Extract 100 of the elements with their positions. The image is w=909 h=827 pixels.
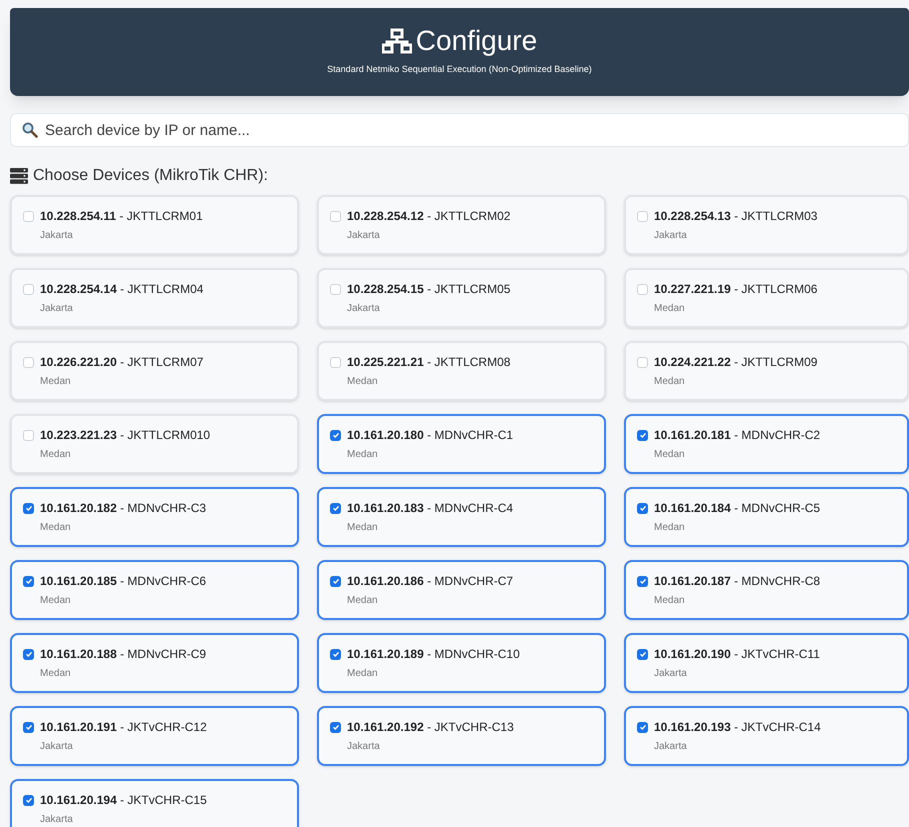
device-location: Medan [347,375,378,389]
device-card[interactable]: 10.161.20.193 - JKTvCHR-C14 Jakarta [624,706,909,766]
checkbox[interactable] [637,284,648,294]
checkbox[interactable] [637,502,648,514]
checkbox[interactable] [23,722,34,732]
checkbox[interactable] [23,794,34,806]
device-card[interactable]: 10.226.221.20 - JKTTLCRM07 Medan [10,341,299,401]
device-card[interactable]: 10.161.20.182 - MDNvCHR-C3 Medan [10,487,299,547]
device-card[interactable]: 10.227.221.19 - JKTTLCRM06 Medan [624,268,909,328]
device-label: 10.161.20.189 - MDNvCHR-C10 [347,646,520,663]
checkbox[interactable] [330,722,341,732]
device-location: Medan [40,521,71,535]
device-label: 10.228.254.13 - JKTTLCRM03 [654,208,818,225]
page-title: Configure [416,27,538,56]
device-label: 10.161.20.192 - JKTvCHR-C13 [347,719,514,736]
device-card[interactable]: 10.161.20.187 - MDNvCHR-C8 Medan [624,560,909,620]
device-label: 10.228.254.14 - JKTTLCRM04 [40,281,204,298]
device-card[interactable]: 10.223.221.23 - JKTTLCRM010 Medan [10,414,299,474]
device-location: Jakarta [40,740,73,754]
device-card[interactable]: 10.161.20.191 - JKTvCHR-C12 Jakarta [10,706,299,766]
device-location: Medan [347,667,378,681]
checkbox[interactable] [637,576,648,586]
device-label: 10.161.20.180 - MDNvCHR-C1 [347,427,514,444]
checkbox[interactable] [330,210,341,222]
device-location: Jakarta [40,302,73,316]
checkbox[interactable] [23,430,34,440]
device-location: Medan [40,448,71,462]
device-card[interactable]: 10.161.20.188 - MDNvCHR-C9 Medan [10,633,299,693]
checkbox[interactable] [330,648,341,660]
device-card[interactable]: 10.161.20.186 - MDNvCHR-C7 Medan [317,560,606,620]
device-label: 10.228.254.12 - JKTTLCRM02 [347,208,510,225]
device-label: 10.161.20.186 - MDNvCHR-C7 [347,573,514,590]
search-icon [22,122,38,138]
checkbox[interactable] [637,356,648,368]
device-location: Medan [40,667,71,681]
device-card[interactable]: 10.161.20.190 - JKTvCHR-C11 Jakarta [624,633,909,693]
device-location: Jakarta [654,229,687,243]
device-label: 10.161.20.190 - JKTvCHR-C11 [654,646,820,663]
device-card[interactable]: 10.161.20.184 - MDNvCHR-C5 Medan [624,487,909,547]
device-card[interactable]: 10.228.254.14 - JKTTLCRM04 Jakarta [10,268,299,328]
device-card[interactable]: 10.161.20.183 - MDNvCHR-C4 Medan [317,487,606,547]
device-location: Medan [654,594,685,608]
checkbox[interactable] [330,356,341,368]
checkbox[interactable] [23,284,34,294]
device-label: 10.226.221.20 - JKTTLCRM07 [40,354,204,371]
device-location: Medan [654,521,685,535]
device-card[interactable]: 10.161.20.194 - JKTvCHR-C15 Jakarta [10,779,299,827]
device-location: Jakarta [654,740,687,754]
device-card[interactable]: 10.161.20.192 - JKTvCHR-C13 Jakarta [317,706,606,766]
device-label: 10.161.20.194 - JKTvCHR-C15 [40,792,207,809]
search-field[interactable]: Search device by IP or name... [10,113,909,147]
device-label: 10.224.221.22 - JKTTLCRM09 [654,354,818,371]
device-location: Medan [40,594,71,608]
device-location: Medan [654,448,685,462]
checkbox[interactable] [637,722,648,732]
device-card[interactable]: 10.228.254.11 - JKTTLCRM01 Jakarta [10,195,299,255]
checkbox[interactable] [330,284,341,294]
device-label: 10.161.20.183 - MDNvCHR-C4 [347,500,514,517]
checkbox[interactable] [23,648,34,660]
device-location: Medan [40,375,71,389]
device-card[interactable]: 10.228.254.15 - JKTTLCRM05 Jakarta [317,268,606,328]
checkbox[interactable] [23,356,34,368]
device-card[interactable]: 10.161.20.189 - MDNvCHR-C10 Medan [317,633,606,693]
device-location: Medan [347,521,378,535]
checkbox[interactable] [637,430,648,440]
device-label: 10.161.20.185 - MDNvCHR-C6 [40,573,206,590]
device-card[interactable]: 10.161.20.180 - MDNvCHR-C1 Medan [317,414,606,474]
checkbox[interactable] [330,576,341,586]
device-card[interactable]: 10.161.20.185 - MDNvCHR-C6 Medan [10,560,299,620]
device-label: 10.227.221.19 - JKTTLCRM06 [654,281,818,298]
device-card[interactable]: 10.225.221.21 - JKTTLCRM08 Medan [317,341,606,401]
device-card[interactable]: 10.228.254.12 - JKTTLCRM02 Jakarta [317,195,606,255]
device-location: Medan [654,302,685,316]
device-location: Jakarta [347,740,380,754]
device-label: 10.223.221.23 - JKTTLCRM010 [40,427,210,444]
checkbox[interactable] [23,210,34,222]
device-location: Medan [347,594,378,608]
device-location: Jakarta [347,302,380,316]
device-location: Jakarta [40,813,73,827]
checkbox[interactable] [23,502,34,514]
device-card[interactable]: 10.224.221.22 - JKTTLCRM09 Medan [624,341,909,401]
device-label: 10.228.254.11 - JKTTLCRM01 [40,208,203,225]
device-label: 10.161.20.182 - MDNvCHR-C3 [40,500,206,517]
section-title: Choose Devices (MikroTik CHR): [33,166,268,186]
device-location: Jakarta [654,667,687,681]
checkbox[interactable] [330,502,341,514]
checkbox[interactable] [330,430,341,440]
device-card[interactable]: 10.228.254.13 - JKTTLCRM03 Jakarta [624,195,909,255]
checkbox[interactable] [637,210,648,222]
device-label: 10.161.20.187 - MDNvCHR-C8 [654,573,820,590]
device-label: 10.161.20.181 - MDNvCHR-C2 [654,427,820,444]
checkbox[interactable] [637,648,648,660]
device-label: 10.161.20.188 - MDNvCHR-C9 [40,646,206,663]
device-label: 10.161.20.191 - JKTvCHR-C12 [40,719,207,736]
page-subtitle: Standard Netmiko Sequential Execution (Non-Optimized Baseline) [327,63,592,76]
device-location: Jakarta [347,229,380,243]
device-label: 10.228.254.15 - JKTTLCRM05 [347,281,510,298]
device-card[interactable]: 10.161.20.181 - MDNvCHR-C2 Medan [624,414,909,474]
server-icon [10,168,28,184]
checkbox[interactable] [23,576,34,586]
